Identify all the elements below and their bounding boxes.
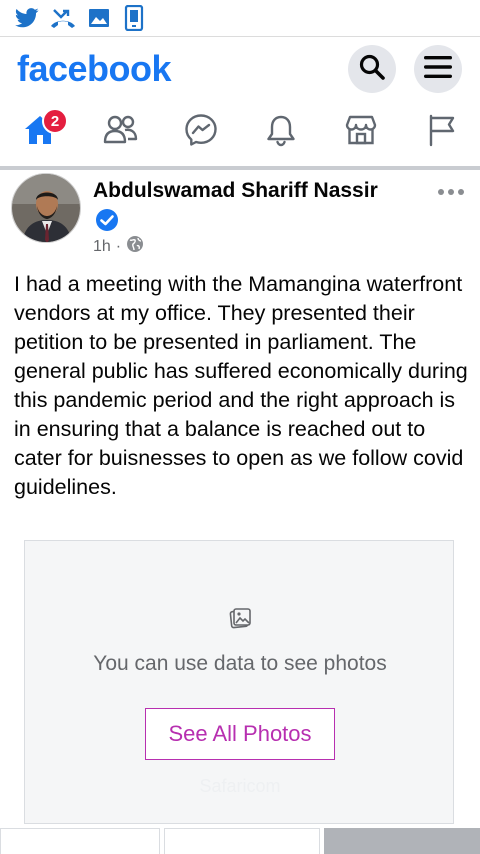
verified-badge-icon [95, 208, 119, 232]
menu-icon [423, 55, 453, 84]
menu-button[interactable] [414, 45, 462, 93]
meta-separator: · [115, 237, 122, 255]
phone-vibrate-icon [121, 5, 147, 31]
tab-bar: 2 [0, 100, 480, 167]
twitter-icon [14, 6, 40, 30]
post-text: I had a meeting with the Mamangina water… [14, 272, 468, 499]
search-icon [358, 53, 386, 86]
home-badge: 2 [42, 108, 68, 134]
tab-messenger[interactable] [176, 110, 226, 154]
marketplace-icon [344, 114, 378, 151]
post-options-button[interactable] [438, 184, 468, 200]
post-actions-partial [0, 828, 480, 854]
status-bar [0, 0, 480, 37]
photo-icon [228, 606, 252, 630]
carrier-watermark: Safaricom [199, 776, 281, 796]
post-meta: 1h · [93, 235, 144, 258]
pages-icon [425, 113, 457, 152]
data-saver-message: You can use data to see photos [93, 652, 387, 675]
share-action[interactable] [324, 828, 480, 854]
like-action[interactable] [0, 828, 160, 854]
facebook-logo[interactable]: facebook [17, 48, 172, 90]
author-avatar[interactable] [11, 173, 81, 243]
tab-notifications[interactable] [256, 110, 306, 154]
friends-icon [103, 114, 139, 151]
notifications-icon [265, 113, 297, 152]
tab-marketplace[interactable] [336, 110, 386, 154]
globe-icon [126, 235, 144, 258]
search-button[interactable] [348, 45, 396, 93]
image-icon [86, 6, 112, 30]
post-time[interactable]: 1h [93, 238, 111, 256]
comment-action[interactable] [164, 828, 320, 854]
missed-call-icon [50, 6, 76, 30]
messenger-icon [184, 113, 218, 152]
author-name[interactable]: Abdulswamad Shariff Nassir [93, 179, 378, 203]
tab-friends[interactable] [96, 110, 146, 154]
tab-pages[interactable] [416, 110, 466, 154]
feed-post: Abdulswamad Shariff Nassir 1h · I had a … [0, 170, 480, 854]
photo-placeholder: You can use data to see photos See All P… [24, 540, 454, 824]
app-header: facebook [0, 38, 480, 96]
see-all-photos-button[interactable]: See All Photos [145, 708, 335, 760]
